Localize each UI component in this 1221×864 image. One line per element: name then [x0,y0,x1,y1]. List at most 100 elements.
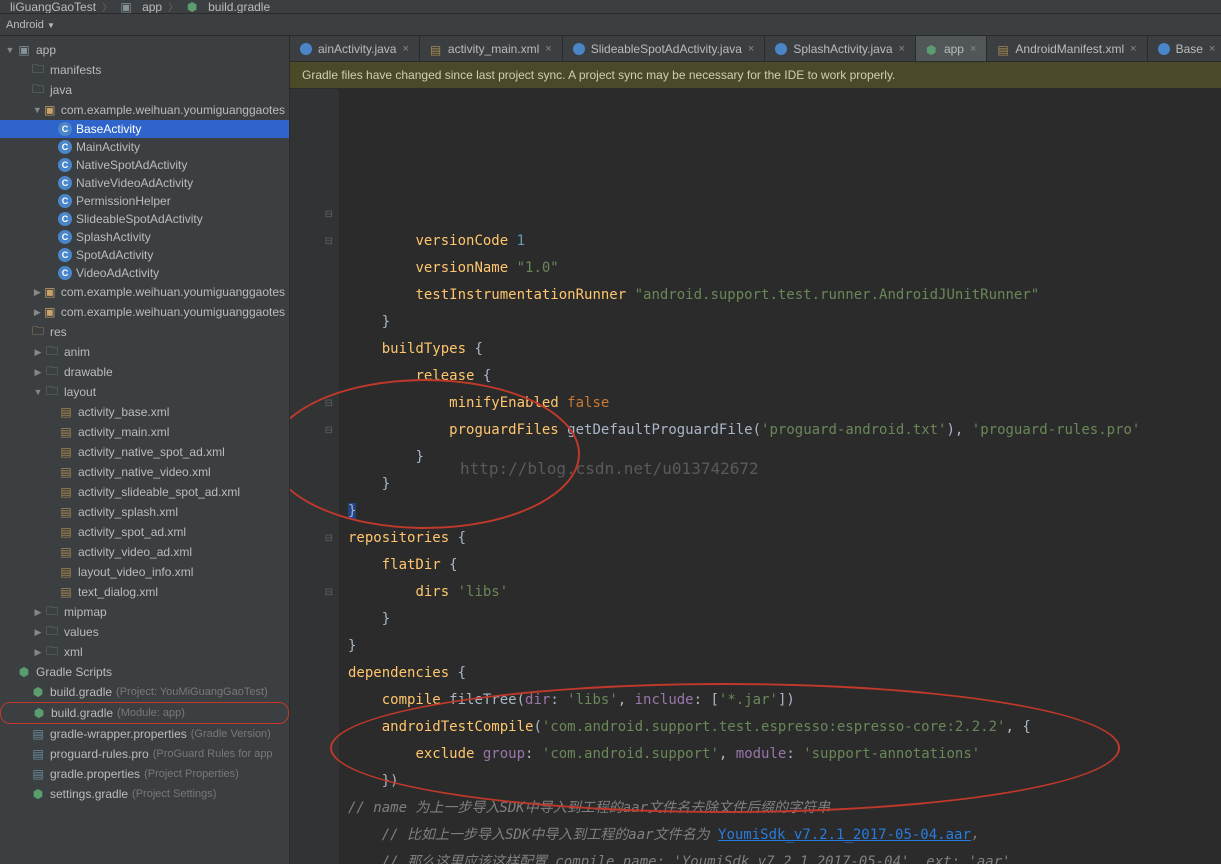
tree-item-permissionhelper[interactable]: CPermissionHelper [0,192,289,210]
gutter-line[interactable] [290,120,339,147]
code-line[interactable]: dependencies { [348,660,1213,687]
code-line[interactable]: // name 为上一步导入SDK中导入到工程的aar文件名去除文件后缀的字符串 [348,795,1213,822]
tree-item-mipmap[interactable]: ▶🗀mipmap [0,602,289,622]
code-line[interactable]: }) [348,768,1213,795]
tree-item-gradle-wrapper-properties[interactable]: ▤gradle-wrapper.properties(Gradle Versio… [0,724,289,744]
tree-item-activity-native-spot-ad-xml[interactable]: ▤activity_native_spot_ad.xml [0,442,289,462]
gutter-line[interactable] [290,687,339,714]
tree-item-splashactivity[interactable]: CSplashActivity [0,228,289,246]
tree-item-mainactivity[interactable]: CMainActivity [0,138,289,156]
tree-item-activity-splash-xml[interactable]: ▤activity_splash.xml [0,502,289,522]
code-line[interactable]: minifyEnabled false [348,390,1213,417]
tree-arrow-icon[interactable]: ▶ [32,347,44,358]
tree-item-gradle-properties[interactable]: ▤gradle.properties(Project Properties) [0,764,289,784]
gutter-line[interactable] [290,633,339,660]
tree-item-build-gradle[interactable]: ⬢build.gradle(Project: YouMiGuangGaoTest… [0,682,289,702]
tree-arrow-icon[interactable]: ▶ [32,287,43,298]
tree-item-app[interactable]: ▼▣app [0,40,289,60]
breadcrumb-item[interactable]: ▣app [118,0,162,14]
tree-item-xml[interactable]: ▶🗀xml [0,642,289,662]
tree-item-activity-base-xml[interactable]: ▤activity_base.xml [0,402,289,422]
tree-item-videoadactivity[interactable]: CVideoAdActivity [0,264,289,282]
code-line[interactable]: androidTestCompile('com.android.support.… [348,714,1213,741]
gutter-line[interactable] [290,795,339,822]
tab-splashactivity-java[interactable]: SplashActivity.java× [765,36,916,61]
tree-item-com-example-weihuan-youmiguanggaotes[interactable]: ▼▣com.example.weihuan.youmiguanggaotes [0,100,289,120]
tab-androidmanifest-xml[interactable]: ▤AndroidManifest.xml× [987,36,1147,61]
code-line[interactable]: } [348,309,1213,336]
code-line[interactable]: versionName "1.0" [348,255,1213,282]
code-line[interactable]: } [348,498,1213,525]
gutter-line[interactable] [290,444,339,471]
gutter-line[interactable]: ⊟ [290,525,339,552]
tree-item-layout[interactable]: ▼🗀layout [0,382,289,402]
tree-item-manifests[interactable]: 🗀manifests [0,60,289,80]
tree-item-nativevideoadactivity[interactable]: CNativeVideoAdActivity [0,174,289,192]
tree-arrow-icon[interactable]: ▼ [4,45,16,55]
tree-item-slideablespotadactivity[interactable]: CSlideableSpotAdActivity [0,210,289,228]
gutter-line[interactable] [290,552,339,579]
gutter-line[interactable]: ⊟ [290,390,339,417]
tab-slideablespotadactivity-java[interactable]: SlideableSpotAdActivity.java× [563,36,766,61]
tree-item-build-gradle[interactable]: ⬢build.gradle(Module: app) [0,702,289,724]
sync-banner[interactable]: Gradle files have changed since last pro… [290,62,1221,89]
tree-item-java[interactable]: 🗀java [0,80,289,100]
gutter-line[interactable] [290,255,339,282]
gutter-line[interactable] [290,606,339,633]
code-line[interactable]: // 那么这里应该这样配置 compile name: 'YoumiSdk_v7… [348,849,1213,864]
tree-item-activity-main-xml[interactable]: ▤activity_main.xml [0,422,289,442]
tree-item-anim[interactable]: ▶🗀anim [0,342,289,362]
code-line[interactable]: exclude group: 'com.android.support', mo… [348,741,1213,768]
gutter-line[interactable] [290,174,339,201]
tree-arrow-icon[interactable]: ▶ [32,307,43,318]
code-line[interactable]: testInstrumentationRunner "android.suppo… [348,282,1213,309]
tree-item-proguard-rules-pro[interactable]: ▤proguard-rules.pro(ProGuard Rules for a… [0,744,289,764]
tree-item-com-example-weihuan-youmiguanggaotes[interactable]: ▶▣com.example.weihuan.youmiguanggaotes [0,302,289,322]
close-icon[interactable]: × [748,43,754,55]
tree-arrow-icon[interactable]: ▼ [32,105,43,115]
tree-item-spotadactivity[interactable]: CSpotAdActivity [0,246,289,264]
tree-item-activity-slideable-spot-ad-xml[interactable]: ▤activity_slideable_spot_ad.xml [0,482,289,502]
code-line[interactable]: versionCode 1 [348,228,1213,255]
tree-item-text-dialog-xml[interactable]: ▤text_dialog.xml [0,582,289,602]
gutter-line[interactable] [290,714,339,741]
tree-item-layout-video-info-xml[interactable]: ▤layout_video_info.xml [0,562,289,582]
tree-arrow-icon[interactable]: ▶ [32,607,44,618]
gutter-line[interactable] [290,93,339,120]
close-icon[interactable]: × [899,43,905,55]
code-line[interactable]: } [348,606,1213,633]
tab-activity-main-xml[interactable]: ▤activity_main.xml× [420,36,563,61]
code-line[interactable]: repositories { [348,525,1213,552]
tree-item-settings-gradle[interactable]: ⬢settings.gradle(Project Settings) [0,784,289,804]
code-line[interactable]: } [348,471,1213,498]
gutter-line[interactable] [290,741,339,768]
code-editor[interactable]: ⊟⊟⊟⊟⊟⊟ http://blog.csdn.net/u013742672 v… [290,89,1221,864]
tree-item-activity-spot-ad-xml[interactable]: ▤activity_spot_ad.xml [0,522,289,542]
tree-arrow-icon[interactable]: ▶ [32,647,44,658]
tree-arrow-icon[interactable]: ▼ [32,387,44,397]
code-line[interactable]: } [348,444,1213,471]
gutter-line[interactable]: ⊟ [290,228,339,255]
code-line[interactable]: proguardFiles getDefaultProguardFile('pr… [348,417,1213,444]
close-icon[interactable]: × [1209,43,1215,55]
code-line[interactable]: buildTypes { [348,336,1213,363]
tree-item-activity-video-ad-xml[interactable]: ▤activity_video_ad.xml [0,542,289,562]
tab-ainactivity-java[interactable]: ainActivity.java× [290,36,420,61]
tree-arrow-icon[interactable]: ▶ [32,367,44,378]
code-line[interactable]: // 比如上一步导入SDK中导入到工程的aar文件名为 YoumiSdk_v7.… [348,822,1213,849]
tab-base[interactable]: Base× [1148,36,1221,61]
gutter-line[interactable] [290,147,339,174]
breadcrumb-item[interactable]: ⬢build.gradle [184,0,270,14]
gutter[interactable]: ⊟⊟⊟⊟⊟⊟ [290,89,340,864]
code-line[interactable]: dirs 'libs' [348,579,1213,606]
gutter-line[interactable] [290,849,339,864]
code-line[interactable]: release { [348,363,1213,390]
breadcrumb-item[interactable]: liGuangGaoTest [10,0,96,14]
gutter-line[interactable] [290,660,339,687]
code-line[interactable]: flatDir { [348,552,1213,579]
project-tree[interactable]: ▼▣app🗀manifests🗀java▼▣com.example.weihua… [0,36,290,864]
gutter-line[interactable] [290,471,339,498]
tree-item-res[interactable]: 🗀res [0,322,289,342]
tree-item-drawable[interactable]: ▶🗀drawable [0,362,289,382]
gutter-line[interactable]: ⊟ [290,579,339,606]
